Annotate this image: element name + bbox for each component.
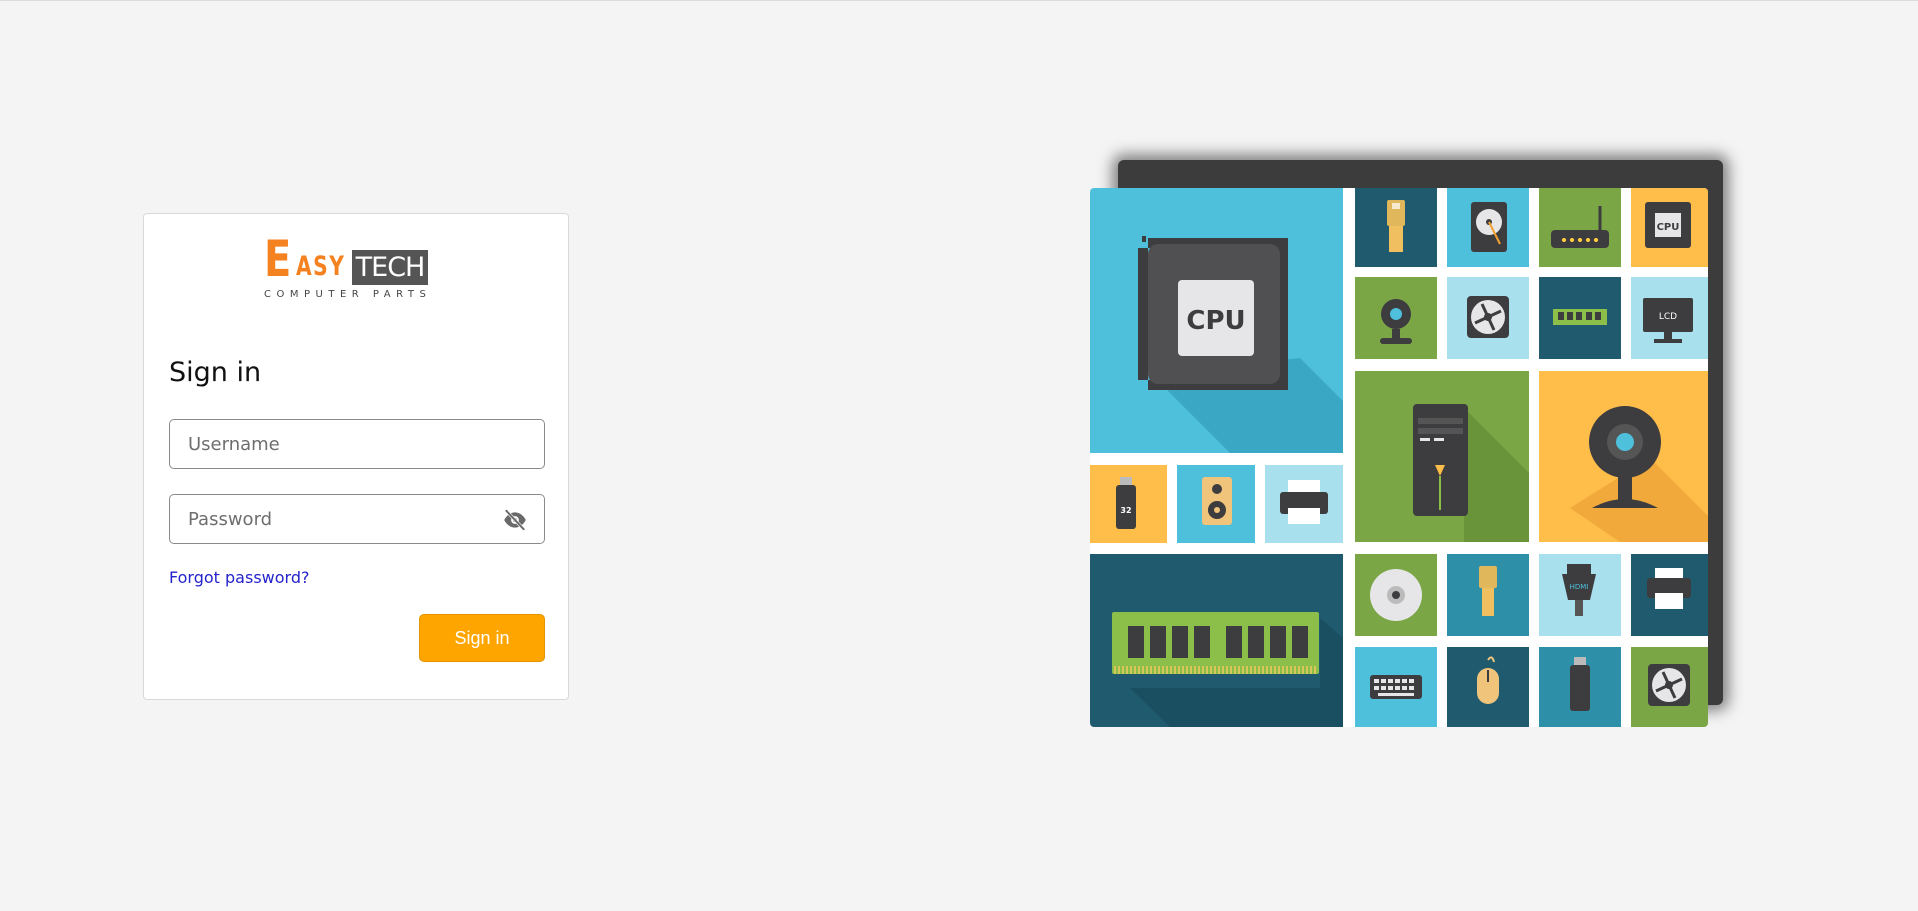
toggle-password-visibility-icon[interactable] bbox=[502, 507, 528, 533]
username-field-wrapper bbox=[169, 419, 545, 469]
signin-button[interactable]: Sign in bbox=[419, 614, 545, 662]
hard-drive-tile bbox=[1447, 188, 1529, 267]
ram-small-tile bbox=[1539, 277, 1621, 359]
hdmi-label: HDMI bbox=[1570, 583, 1589, 591]
cpu-small-label: CPU bbox=[1657, 222, 1680, 233]
cpu-small-tile: CPU bbox=[1631, 188, 1708, 267]
keyboard-tile bbox=[1355, 647, 1437, 727]
ethernet-cable-tile bbox=[1355, 188, 1437, 267]
computer-parts-illustration: CPU CPU LCD 32 HDMI bbox=[1090, 160, 1735, 740]
printer-small-tile bbox=[1631, 554, 1708, 636]
mouse-tile bbox=[1447, 647, 1529, 727]
page-title: Sign in bbox=[169, 357, 262, 388]
usb-drive-tile: 32 bbox=[1090, 465, 1167, 543]
cpu-tile: CPU bbox=[1090, 188, 1343, 453]
signin-card: E ASY TECH COMPUTER PARTS Sign in Forgot… bbox=[143, 213, 569, 700]
top-border bbox=[0, 0, 1918, 1]
printer-tile bbox=[1265, 465, 1343, 543]
password-field-wrapper bbox=[169, 494, 545, 544]
logo-tagline: COMPUTER PARTS bbox=[264, 289, 432, 300]
forgot-password-link[interactable]: Forgot password? bbox=[169, 568, 309, 588]
lcd-label: LCD bbox=[1659, 312, 1677, 322]
router-tile bbox=[1539, 188, 1621, 267]
fan-small-tile bbox=[1631, 647, 1708, 727]
hdmi-cable-tile: HDMI bbox=[1539, 554, 1621, 636]
logo-tech: TECH bbox=[352, 250, 428, 285]
fan-tile bbox=[1447, 277, 1529, 359]
username-input[interactable] bbox=[170, 420, 544, 468]
webcam-small-tile bbox=[1355, 277, 1437, 359]
logo-initial: E bbox=[264, 230, 292, 288]
lcd-monitor-tile: LCD bbox=[1631, 277, 1708, 359]
logo-rest: ASY bbox=[296, 251, 346, 282]
illustration-tiles: CPU CPU LCD 32 HDMI bbox=[1090, 188, 1708, 727]
cpu-label: CPU bbox=[1186, 306, 1245, 336]
password-input[interactable] bbox=[170, 495, 544, 543]
usb-drive-small-tile bbox=[1539, 647, 1621, 727]
usb-capacity-label: 32 bbox=[1120, 506, 1131, 515]
easytech-logo: E ASY TECH COMPUTER PARTS bbox=[264, 234, 454, 300]
speaker-tile bbox=[1177, 465, 1255, 543]
ram-large-tile bbox=[1090, 554, 1343, 727]
webcam-large-tile bbox=[1539, 371, 1708, 542]
cd-disc-tile bbox=[1355, 554, 1437, 636]
ethernet-plug-tile bbox=[1447, 554, 1529, 636]
pc-tower-tile bbox=[1355, 371, 1529, 542]
